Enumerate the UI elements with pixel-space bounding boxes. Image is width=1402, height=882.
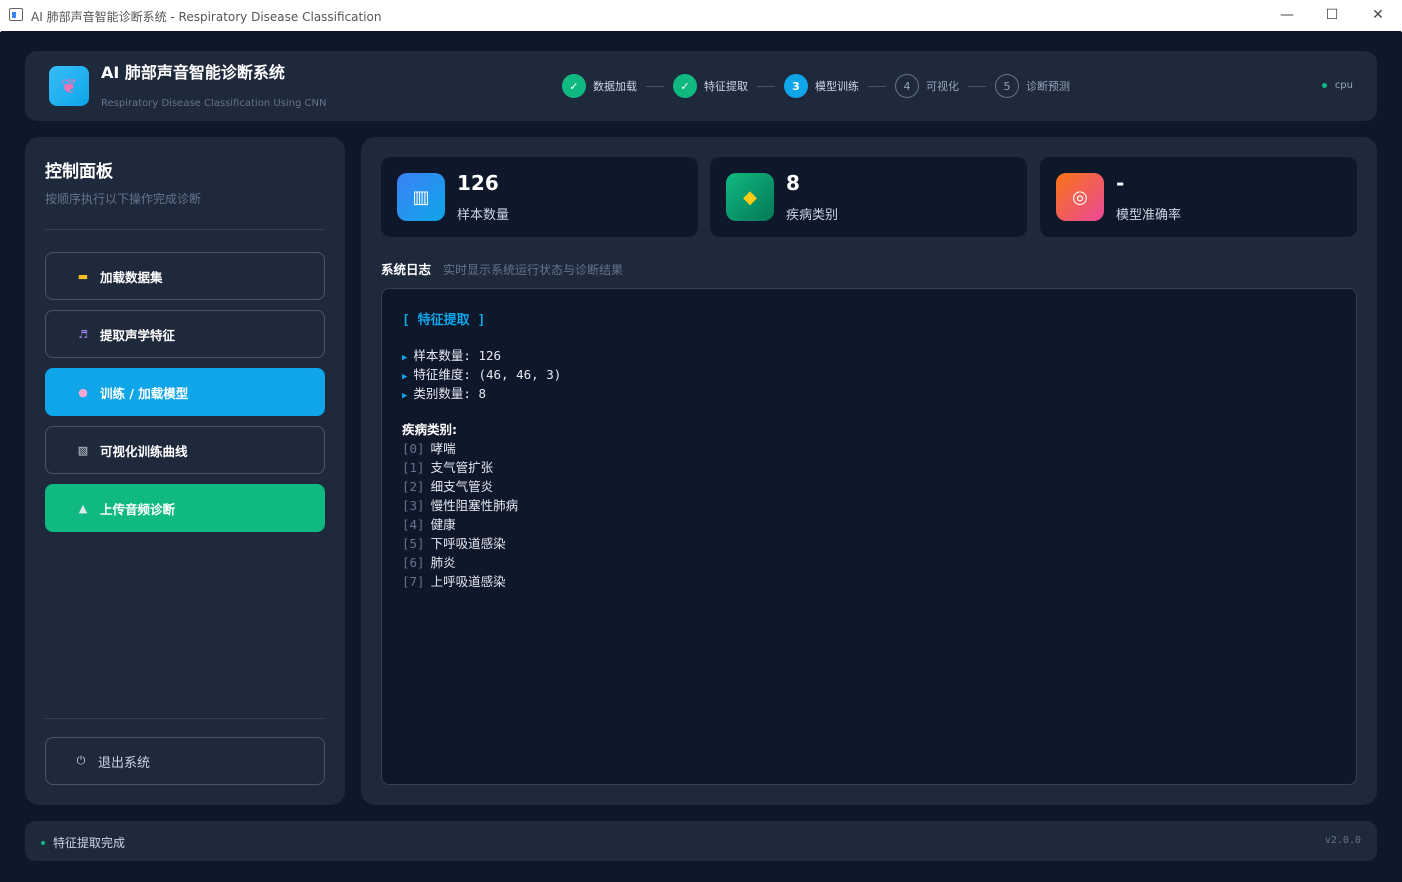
button-label: 退出系统 — [98, 755, 151, 771]
load-dataset-button[interactable]: ▬ 加载数据集 — [45, 252, 325, 300]
status-bar: 特征提取完成 v2.0.0 — [25, 821, 1377, 861]
category-row: [3] 慢性阻塞性肺病 — [402, 498, 519, 513]
stat-label: 模型准确率 — [1116, 208, 1182, 223]
step-visualization: 4 可视化 — [895, 74, 959, 98]
log-section-title: [ 特征提取 ] — [402, 313, 486, 328]
log-header: 系统日志 实时显示系统运行状态与诊断结果 — [381, 259, 623, 278]
step-label: 诊断预测 — [1026, 80, 1070, 93]
category-row: [4] 健康 — [402, 517, 456, 532]
device-label: cpu — [1334, 80, 1353, 91]
bar-chart-icon: ▥ — [397, 173, 445, 221]
step-data-loading: ✓ 数据加载 — [562, 74, 637, 98]
workflow-steps: ✓ 数据加载 ✓ 特征提取 3 模型训练 4 可视化 5 诊断预测 — [562, 73, 1070, 99]
category-row: [7] 上呼吸道感染 — [402, 574, 506, 589]
step-connector — [757, 85, 775, 87]
control-panel: 控制面板 按顺序执行以下操作完成诊断 ▬ 加载数据集 ♬ 提取声学特征 ● 训练… — [25, 137, 345, 805]
stat-value: 8 — [786, 171, 800, 195]
category-list: [0] 哮喘 [1] 支气管扩张 [2] 细支气管炎 [3] 慢性阻塞性肺病 [4] 健康… — [402, 439, 1336, 591]
stat-label: 疾病类别 — [786, 208, 839, 223]
microscope-icon: ▲ — [78, 501, 88, 515]
step-connector — [968, 85, 986, 87]
category-row: [6] 肺炎 — [402, 555, 456, 570]
status-dot-icon — [41, 840, 45, 845]
arrow-icon: ▶ — [402, 372, 408, 382]
app-root: ❦ AI 肺部声音智能诊断系统 Respiratory Disease Clas… — [1, 31, 1401, 881]
log-title: 系统日志 — [381, 262, 432, 277]
window-titlebar: AI 肺部声音智能诊断系统 - Respiratory Disease Clas… — [0, 0, 1402, 32]
stat-value: 126 — [457, 171, 499, 195]
step-connector — [868, 85, 886, 87]
button-label: 提取声学特征 — [100, 327, 176, 343]
step-label: 模型训练 — [815, 80, 859, 93]
status-text: 特征提取完成 — [53, 836, 126, 850]
app-window-icon — [9, 8, 23, 21]
version-label: v2.0.0 — [1324, 835, 1361, 846]
arrow-icon: ▶ — [402, 353, 408, 363]
train-model-button[interactable]: ● 训练 / 加载模型 — [45, 368, 325, 416]
upload-audio-button[interactable]: ▲ 上传音频诊断 — [45, 484, 325, 532]
brain-icon: ● — [78, 385, 88, 399]
tag-icon: ◆ — [726, 173, 774, 221]
app-subtitle: Respiratory Disease Classification Using… — [101, 98, 327, 109]
step-number: 4 — [895, 74, 919, 98]
button-label: 训练 / 加载模型 — [100, 385, 189, 401]
status-message: 特征提取完成 — [41, 834, 125, 851]
stat-value: - — [1116, 171, 1125, 195]
button-label: 上传音频诊断 — [100, 501, 176, 517]
status-dot-icon — [1321, 83, 1327, 88]
control-panel-title: 控制面板 — [45, 162, 113, 182]
target-icon: ◎ — [1056, 173, 1104, 221]
system-log[interactable]: [ 特征提取 ] ▶ 样本数量: 126 ▶ 特征维度: (46, 46, 3) ▶… — [381, 288, 1357, 785]
stat-card-samples: ▥ 126 样本数量 — [381, 157, 698, 237]
arrow-icon: ▶ — [402, 391, 408, 401]
step-prediction: 5 诊断预测 — [995, 74, 1070, 98]
button-label: 加载数据集 — [100, 269, 163, 285]
power-icon: ⏻ — [76, 754, 86, 767]
control-panel-subtitle: 按顺序执行以下操作完成诊断 — [45, 192, 202, 206]
check-icon: ✓ — [562, 74, 586, 98]
step-label: 特征提取 — [704, 80, 748, 93]
step-number: 3 — [784, 74, 808, 98]
stat-card-classes: ◆ 8 疾病类别 — [710, 157, 1027, 237]
exit-button[interactable]: ⏻ 退出系统 — [45, 737, 325, 785]
log-line: ▶ 类别数量: 8 — [402, 386, 486, 401]
step-number: 5 — [995, 74, 1019, 98]
maximize-button[interactable]: ☐ — [1309, 0, 1355, 31]
chart-icon: ▧ — [77, 443, 89, 457]
log-lines: ▶ 样本数量: 126 ▶ 特征维度: (46, 46, 3) ▶ 类别数量: 8 — [402, 346, 1336, 403]
folder-icon: ▬ — [77, 269, 89, 283]
step-label: 可视化 — [926, 80, 959, 93]
stat-card-accuracy: ◎ - 模型准确率 — [1040, 157, 1357, 237]
category-row: [5] 下呼吸道感染 — [402, 536, 506, 551]
categories-title: 疾病类别: — [402, 422, 457, 437]
category-row: [1] 支气管扩张 — [402, 460, 494, 475]
lungs-icon: ❦ — [49, 66, 89, 106]
extract-features-button[interactable]: ♬ 提取声学特征 — [45, 310, 325, 358]
log-line: ▶ 样本数量: 126 — [402, 348, 502, 363]
main-panel: ▥ 126 样本数量 ◆ 8 疾病类别 ◎ - 模型准确率 系统日志 实时显示系… — [361, 137, 1377, 805]
category-row: [2] 细支气管炎 — [402, 479, 494, 494]
category-row: [0] 哮喘 — [402, 441, 456, 456]
step-feature-extraction: ✓ 特征提取 — [673, 74, 748, 98]
log-line: ▶ 特征维度: (46, 46, 3) — [402, 367, 562, 382]
divider — [45, 718, 325, 719]
button-label: 可视化训练曲线 — [100, 443, 188, 459]
step-connector — [646, 85, 664, 87]
app-header: ❦ AI 肺部声音智能诊断系统 Respiratory Disease Clas… — [25, 51, 1377, 121]
divider — [45, 229, 325, 230]
visualize-curves-button[interactable]: ▧ 可视化训练曲线 — [45, 426, 325, 474]
app-title: AI 肺部声音智能诊断系统 — [101, 63, 285, 82]
log-subtitle: 实时显示系统运行状态与诊断结果 — [443, 263, 624, 277]
stat-label: 样本数量 — [457, 208, 510, 223]
music-note-icon: ♬ — [78, 327, 88, 341]
step-label: 数据加载 — [593, 80, 637, 93]
check-icon: ✓ — [673, 74, 697, 98]
device-indicator: cpu — [1321, 80, 1353, 91]
close-button[interactable]: ✕ — [1355, 0, 1401, 31]
window-title: AI 肺部声音智能诊断系统 - Respiratory Disease Clas… — [31, 10, 382, 24]
step-model-training: 3 模型训练 — [784, 74, 859, 98]
minimize-button[interactable]: — — [1264, 0, 1310, 31]
